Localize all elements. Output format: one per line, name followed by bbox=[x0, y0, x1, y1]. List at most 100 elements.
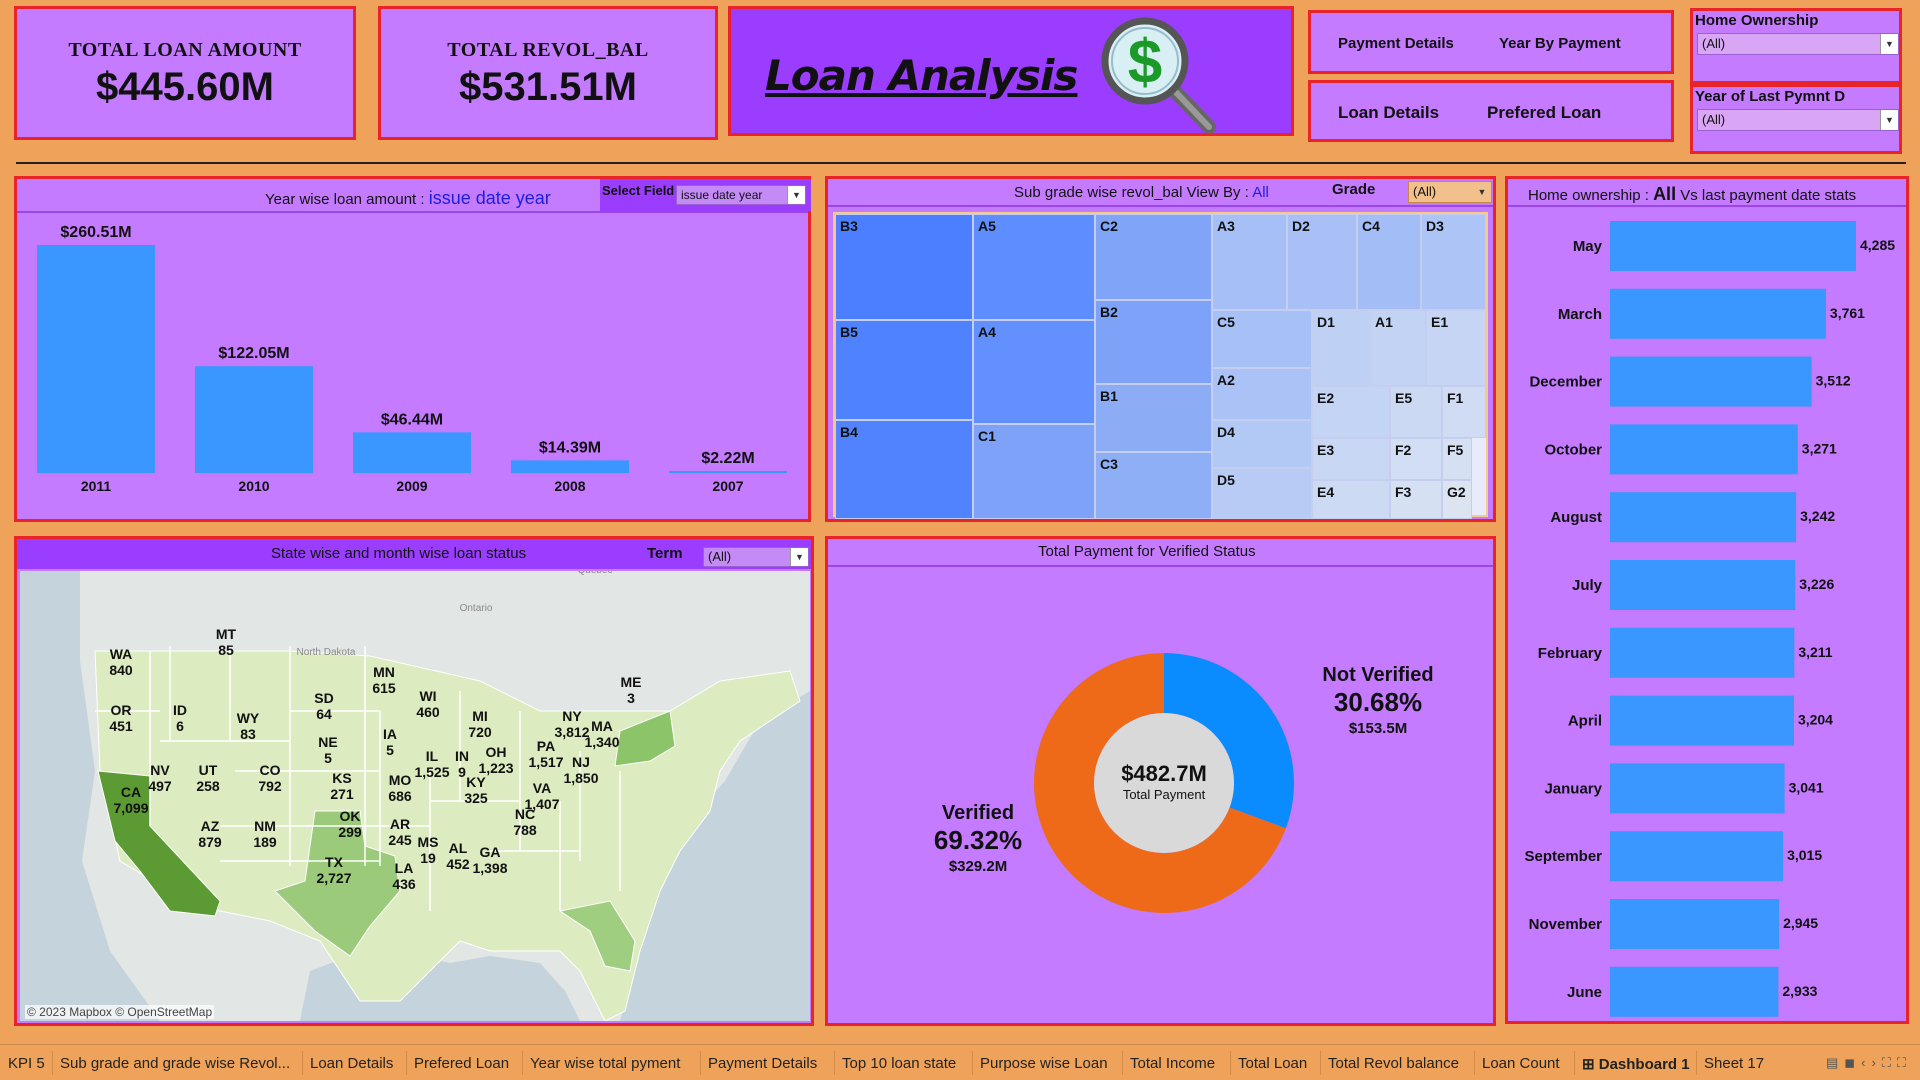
treemap-cell[interactable]: C3 bbox=[1095, 452, 1212, 519]
month-axis-label: September bbox=[1524, 848, 1602, 865]
term-select[interactable]: (All) ▼ bbox=[703, 547, 809, 567]
tab-separator bbox=[700, 1051, 701, 1075]
subgrade-title-text: Sub grade wise revol_bal View By : bbox=[1014, 184, 1249, 201]
sheet-tab[interactable]: Year wise total pyment bbox=[530, 1055, 680, 1072]
grid-view-icon[interactable]: ◼ bbox=[1844, 1055, 1861, 1070]
subgrade-panel: Sub grade wise revol_bal View By : All G… bbox=[825, 176, 1496, 522]
month-bar[interactable] bbox=[1610, 356, 1812, 407]
year-bar[interactable] bbox=[669, 471, 787, 473]
treemap-cell[interactable]: B5 bbox=[835, 320, 973, 420]
tab-separator bbox=[1230, 1051, 1231, 1075]
us-state-map[interactable]: North Dakota Ontario Québec WA840 OR451 CA7,0… bbox=[20, 571, 810, 1021]
treemap-cell[interactable]: D3 bbox=[1421, 214, 1486, 310]
sheet-tab[interactable]: Purpose wise Loan bbox=[980, 1055, 1108, 1072]
kpi-total-loan-label: TOTAL LOAN AMOUNT bbox=[68, 39, 302, 61]
sheet-tab[interactable]: Loan Details bbox=[310, 1055, 393, 1072]
nav-loan-details[interactable]: Loan Details bbox=[1338, 103, 1439, 123]
tab-separator bbox=[834, 1051, 835, 1075]
year-bar[interactable] bbox=[37, 245, 155, 473]
month-bar[interactable] bbox=[1610, 899, 1780, 949]
grade-filter-label: Grade bbox=[1332, 181, 1376, 198]
sheet-tab[interactable]: Total Revol balance bbox=[1328, 1055, 1459, 1072]
treemap-cell[interactable]: D1 bbox=[1312, 310, 1370, 386]
treemap-cell[interactable]: F3 bbox=[1390, 480, 1442, 519]
sheet-tab[interactable]: Payment Details bbox=[708, 1055, 817, 1072]
sheet-tab[interactable]: Top 10 loan state bbox=[842, 1055, 956, 1072]
state-abbr-label: IL bbox=[426, 748, 439, 764]
month-bar[interactable] bbox=[1610, 627, 1795, 678]
donut-amount-label: $153.5M bbox=[1349, 720, 1407, 737]
month-bar[interactable] bbox=[1610, 695, 1794, 746]
treemap-cell[interactable]: B1 bbox=[1095, 384, 1212, 452]
sheet-tab[interactable]: Sheet 17 bbox=[1704, 1055, 1764, 1072]
treemap-cell[interactable]: A5 bbox=[973, 214, 1095, 320]
select-field-select[interactable]: issue date year ▼ bbox=[676, 185, 806, 205]
treemap-cell[interactable]: F1 bbox=[1442, 386, 1486, 438]
treemap-cell[interactable]: D5 bbox=[1212, 468, 1312, 519]
state-value-label: 6 bbox=[176, 718, 184, 734]
nav-prefered-loan[interactable]: Prefered Loan bbox=[1487, 103, 1601, 123]
treemap-cell[interactable]: C2 bbox=[1095, 214, 1212, 300]
treemap-cell[interactable]: E3 bbox=[1312, 438, 1390, 480]
state-value-label: 19 bbox=[420, 850, 436, 866]
treemap-cell[interactable]: A3 bbox=[1212, 214, 1287, 310]
sheet-tab[interactable]: ⊞ Dashboard 1 bbox=[1582, 1055, 1690, 1073]
month-bar-label: 3,761 bbox=[1830, 305, 1865, 321]
treemap-cell[interactable]: A4 bbox=[973, 320, 1095, 424]
sheet-tab[interactable]: Total Loan bbox=[1238, 1055, 1307, 1072]
sheet-tab[interactable]: Sub grade and grade wise Revol... bbox=[60, 1055, 290, 1072]
month-bar-label: 2,933 bbox=[1782, 983, 1817, 999]
treemap-cell[interactable]: C4 bbox=[1357, 214, 1421, 310]
treemap-cell[interactable]: E4 bbox=[1312, 480, 1390, 519]
sheet-tab[interactable]: KPI 5 bbox=[8, 1055, 45, 1072]
sheet-tab[interactable]: Loan Count bbox=[1482, 1055, 1560, 1072]
state-value-label: 64 bbox=[316, 706, 332, 722]
chevron-down-icon: ▼ bbox=[1473, 182, 1491, 202]
state-value-label: 83 bbox=[240, 726, 256, 742]
grade-select[interactable]: (All) ▼ bbox=[1408, 181, 1492, 203]
treemap-cell[interactable]: A2 bbox=[1212, 368, 1312, 420]
month-bar[interactable] bbox=[1610, 221, 1856, 271]
month-bar[interactable] bbox=[1610, 424, 1798, 475]
treemap-cell[interactable]: B2 bbox=[1095, 300, 1212, 384]
month-axis-label: January bbox=[1544, 780, 1602, 797]
treemap-cell[interactable]: F5 bbox=[1442, 438, 1472, 480]
treemap-cell[interactable]: B4 bbox=[835, 420, 973, 519]
month-axis-label: June bbox=[1567, 984, 1602, 1001]
month-bar-label: 2,945 bbox=[1783, 915, 1818, 931]
treemap-cell[interactable]: D4 bbox=[1212, 420, 1312, 468]
treemap-cell[interactable]: G2 bbox=[1442, 480, 1472, 519]
month-bar[interactable] bbox=[1610, 763, 1785, 814]
sheet-tab[interactable]: Prefered Loan bbox=[414, 1055, 509, 1072]
fit-icon[interactable]: ⛶ bbox=[1882, 1055, 1897, 1070]
year-bar[interactable] bbox=[353, 432, 471, 473]
treemap-cell[interactable]: C5 bbox=[1212, 310, 1312, 368]
year-last-pymnt-select[interactable]: (All) ▼ bbox=[1697, 109, 1899, 131]
treemap-cell[interactable]: E2 bbox=[1312, 386, 1390, 438]
treemap-cell[interactable]: A1 bbox=[1370, 310, 1426, 386]
nav-year-by-payment[interactable]: Year By Payment bbox=[1499, 35, 1621, 52]
first-sheet-icon[interactable]: ▤ bbox=[1826, 1055, 1844, 1070]
treemap-cell[interactable]: E1 bbox=[1426, 310, 1486, 386]
nav-payment-details[interactable]: Payment Details bbox=[1338, 35, 1454, 52]
month-bar[interactable] bbox=[1610, 560, 1796, 610]
next-sheet-icon[interactable]: › bbox=[1871, 1055, 1881, 1070]
month-bar[interactable] bbox=[1610, 492, 1797, 543]
treemap-cell[interactable]: D2 bbox=[1287, 214, 1357, 310]
home-ownership-select-value: (All) bbox=[1702, 36, 1726, 51]
year-bar[interactable] bbox=[195, 366, 313, 473]
year-bar[interactable] bbox=[511, 460, 629, 473]
prev-sheet-icon[interactable]: ‹ bbox=[1861, 1055, 1871, 1070]
home-ownership-select[interactable]: (All) ▼ bbox=[1697, 33, 1899, 55]
tab-separator bbox=[1696, 1051, 1697, 1075]
month-bar[interactable] bbox=[1610, 288, 1826, 339]
treemap-cell[interactable]: C1 bbox=[973, 424, 1095, 519]
month-bar[interactable] bbox=[1610, 966, 1779, 1017]
treemap-cell[interactable]: E5 bbox=[1390, 386, 1442, 438]
fullscreen-icon[interactable]: ⛶ bbox=[1897, 1055, 1912, 1070]
treemap-cell[interactable]: F2 bbox=[1390, 438, 1442, 480]
month-bar[interactable] bbox=[1610, 831, 1784, 882]
state-abbr-label: AL bbox=[449, 840, 468, 856]
sheet-tab[interactable]: Total Income bbox=[1130, 1055, 1215, 1072]
treemap-cell[interactable]: B3 bbox=[835, 214, 973, 320]
